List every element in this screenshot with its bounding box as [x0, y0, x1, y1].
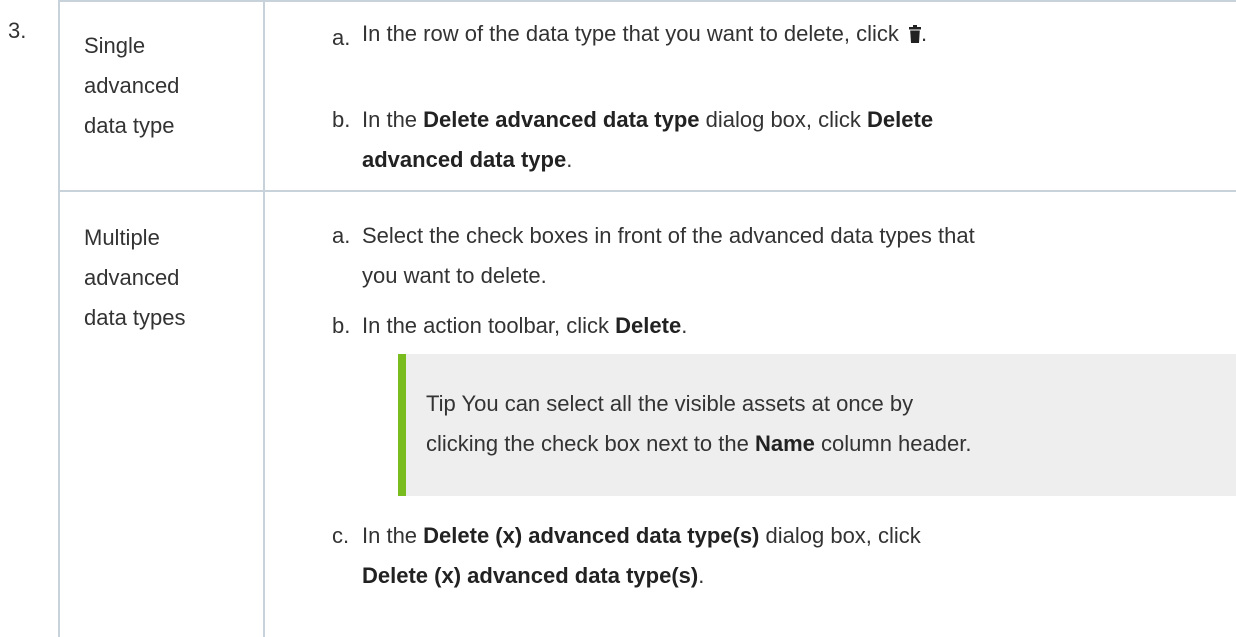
ui-term: Delete (x) advanced data type(s): [423, 523, 760, 548]
text-segment: .: [566, 147, 573, 172]
row-label-line: advanced: [84, 73, 180, 98]
text-segment: .: [921, 21, 928, 46]
step-text: In the Delete (x) advanced data type(s) …: [362, 516, 921, 596]
row-label-single: Single advanced data type: [84, 26, 254, 146]
table-border-left: [58, 0, 60, 637]
table-column-divider: [263, 0, 265, 637]
step-text: Select the check boxes in front of the a…: [362, 216, 975, 296]
table-border-top: [58, 0, 1236, 2]
text-line: Delete (x) advanced data type(s).: [362, 556, 921, 596]
row-label-line: Multiple: [84, 225, 160, 250]
text-segment: dialog box, click: [759, 523, 921, 548]
text-segment: In the: [362, 107, 424, 132]
tip-accent-bar: [398, 354, 406, 496]
text-segment: Tip You can select all the visible asset…: [426, 391, 914, 416]
row-label-line: data types: [84, 305, 186, 330]
text-line: you want to delete.: [362, 256, 975, 296]
text-segment: In the row of the data type that you wan…: [362, 21, 905, 46]
trash-icon[interactable]: [909, 25, 921, 43]
table-row-divider: [58, 190, 1236, 192]
text-line: In the Delete advanced data type dialog …: [362, 100, 933, 140]
text-line: clicking the check box next to the Name …: [426, 424, 971, 464]
step-text: In the action toolbar, click Delete.: [362, 306, 687, 346]
text-line: Tip You can select all the visible asset…: [426, 384, 971, 424]
step-letter: c.: [332, 523, 350, 548]
text-segment: column header.: [814, 431, 972, 456]
ui-term: Delete: [867, 107, 934, 132]
step-text: In the Delete advanced data type dialog …: [362, 100, 933, 180]
step-text: In the row of the data type that you wan…: [362, 14, 927, 54]
text-line: In the action toolbar, click Delete.: [362, 306, 687, 346]
text-segment: dialog box, click: [699, 107, 868, 132]
ui-term: Name: [754, 431, 815, 456]
text-line: advanced data type.: [362, 140, 933, 180]
step-letter: b.: [332, 107, 351, 132]
ui-term: advanced data type: [362, 147, 567, 172]
tip-text: Tip You can select all the visible asset…: [426, 384, 971, 464]
ui-term: Delete (x) advanced data type(s): [362, 563, 699, 588]
text-segment: .: [698, 563, 705, 588]
text-segment: In the action toolbar, click: [362, 313, 616, 338]
row-label-line: Single: [84, 33, 146, 58]
text-line: In the row of the data type that you wan…: [362, 14, 927, 54]
tip-callout: Tip You can select all the visible asset…: [398, 354, 1236, 496]
text-line: Select the check boxes in front of the a…: [362, 216, 975, 256]
text-segment: In the: [362, 523, 424, 548]
row-label-line: data type: [84, 113, 175, 138]
text-segment: .: [681, 313, 688, 338]
step-letter: a.: [332, 223, 351, 248]
text-segment: Select the check boxes in front of the a…: [362, 223, 975, 248]
ui-term: Delete advanced data type: [423, 107, 700, 132]
step-letter: b.: [332, 313, 351, 338]
step-letter: a.: [332, 25, 351, 50]
ui-term: Delete: [615, 313, 682, 338]
step-number: 3.: [8, 18, 27, 43]
text-line: In the Delete (x) advanced data type(s) …: [362, 516, 921, 556]
text-segment: you want to delete.: [362, 263, 547, 288]
row-label-multiple: Multiple advanced data types: [84, 218, 254, 338]
text-segment: clicking the check box next to the: [426, 431, 755, 456]
row-label-line: advanced: [84, 265, 180, 290]
